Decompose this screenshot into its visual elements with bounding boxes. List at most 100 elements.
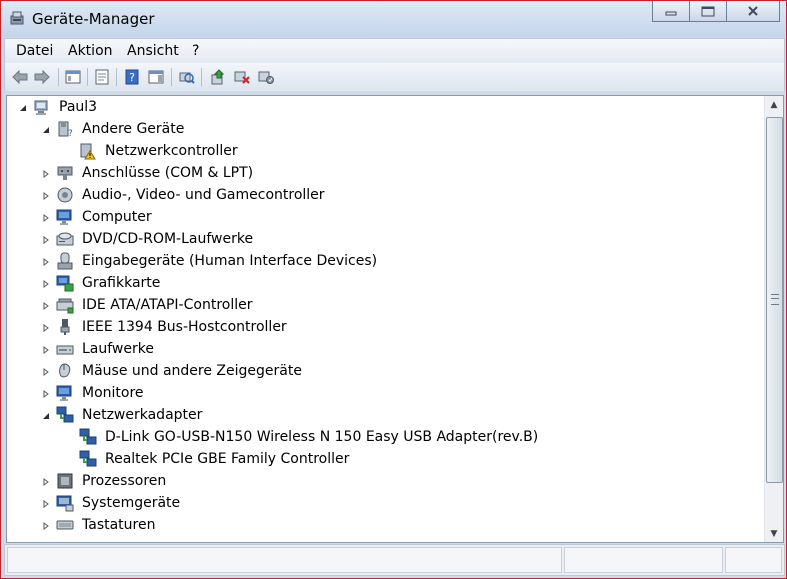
tree-item-label: Systemgeräte (82, 495, 181, 511)
device-manager-window: Geräte-Manager Datei Aktion Ansicht ? ? … (0, 0, 787, 579)
action-pane-button[interactable] (147, 68, 165, 86)
menu-datei[interactable]: Datei (16, 43, 53, 59)
expand-icon[interactable] (41, 279, 50, 288)
expand-icon[interactable] (41, 521, 50, 530)
tree-item-label: DVD/CD-ROM-Laufwerke (82, 231, 254, 247)
device-manager-icon (10, 11, 24, 25)
tree-item-label: Netzwerkadapter (82, 407, 203, 423)
tree-item-label: D-Link GO-USB-N150 Wireless N 150 Easy U… (105, 429, 539, 445)
update-driver-button[interactable] (209, 68, 227, 86)
scrollbar-thumb[interactable] (766, 117, 783, 483)
expand-icon[interactable] (41, 499, 50, 508)
help-button[interactable]: ? (123, 68, 141, 86)
hid-icon (57, 252, 73, 270)
action-pane-icon (148, 70, 164, 84)
tree-item-label: Paul3 (59, 99, 98, 115)
audio-icon (57, 187, 73, 203)
computer-icon (34, 100, 48, 115)
network-adapter-icon (79, 428, 97, 445)
maximize-icon (701, 6, 715, 16)
tree-item-label: Audio-, Video- und Gamecontroller (82, 187, 325, 203)
console-tree-icon (65, 70, 81, 84)
window-title: Geräte-Manager (32, 10, 155, 28)
tree-item-label: IEEE 1394 Bus-Hostcontroller (82, 319, 287, 335)
keyboard-icon (56, 520, 74, 530)
menu-bar: Datei Aktion Ansicht ? (4, 38, 785, 64)
tree-item-label: Anschlüsse (COM & LPT) (82, 165, 254, 181)
network-adapter-icon (79, 450, 97, 467)
device-tree[interactable]: Paul3 ? Andere Geräte Netzwerkcontroller An… (6, 95, 784, 543)
uninstall-icon (234, 71, 250, 84)
uninstall-button[interactable] (233, 68, 251, 86)
firewire-icon (60, 319, 70, 335)
minimize-icon (665, 11, 677, 16)
disable-button[interactable] (257, 68, 275, 86)
expand-icon[interactable] (41, 367, 50, 376)
tree-item-label: Prozessoren (82, 473, 167, 489)
expand-icon[interactable] (41, 301, 50, 310)
expand-icon[interactable] (41, 169, 50, 178)
menu-help[interactable]: ? (192, 43, 199, 59)
expand-icon[interactable] (41, 235, 50, 244)
tree-item-label: Laufwerke (82, 341, 154, 357)
monitor-icon (56, 209, 72, 225)
system-devices-icon (56, 495, 74, 512)
forward-button[interactable] (33, 68, 51, 86)
scroll-up-arrow-icon[interactable]: ▲ (765, 96, 783, 113)
tree-item-label: Netzwerkcontroller (105, 143, 238, 159)
menu-aktion[interactable]: Aktion (68, 43, 113, 59)
status-pane-main (7, 547, 562, 573)
console-tree-button[interactable] (64, 68, 82, 86)
expand-icon[interactable] (41, 389, 50, 398)
tree-item-label: Andere Geräte (82, 121, 185, 137)
mouse-icon (59, 363, 71, 378)
arrow-left-icon (12, 70, 28, 84)
title-bar[interactable]: Geräte-Manager (1, 1, 786, 37)
disable-icon (258, 71, 274, 84)
minimize-button[interactable] (652, 1, 690, 22)
ide-controller-icon (56, 298, 74, 314)
scan-hardware-button[interactable] (178, 68, 196, 86)
svg-text:?: ? (129, 71, 135, 84)
expand-icon[interactable] (41, 345, 50, 354)
ports-icon (57, 166, 73, 180)
warning-device-icon (80, 143, 96, 160)
status-pane-3 (725, 547, 782, 573)
collapse-icon[interactable] (41, 411, 50, 420)
arrow-right-icon (34, 70, 50, 84)
tree-item-label: Grafikkarte (82, 275, 161, 291)
tree-item-label: Mäuse und andere Zeigegeräte (82, 363, 302, 379)
expand-icon[interactable] (41, 477, 50, 486)
back-button[interactable] (11, 68, 29, 86)
scan-hardware-icon (179, 72, 195, 84)
expand-icon[interactable] (41, 191, 50, 200)
help-icon: ? (125, 69, 139, 85)
tree-item-label: Computer (82, 209, 152, 225)
properties-button[interactable] (93, 68, 111, 86)
status-pane-2 (564, 547, 723, 573)
properties-icon (95, 69, 109, 85)
display-adapter-icon (56, 275, 74, 292)
maximize-button[interactable] (690, 1, 727, 22)
close-icon (748, 6, 758, 16)
scroll-down-arrow-icon[interactable]: ▼ (765, 525, 783, 542)
scrollbar-grip-icon (771, 294, 779, 305)
svg-text:?: ? (68, 129, 73, 138)
monitor-icon (56, 385, 72, 401)
other-devices-icon: ? (58, 121, 73, 138)
update-driver-icon (211, 69, 225, 85)
menu-ansicht[interactable]: Ansicht (127, 43, 179, 59)
collapse-icon[interactable] (41, 125, 50, 134)
close-button[interactable] (727, 1, 780, 22)
status-bar (4, 544, 785, 576)
processor-icon (57, 473, 73, 489)
expand-icon[interactable] (41, 323, 50, 332)
toolbar: ? (4, 63, 785, 91)
expand-icon[interactable] (41, 213, 50, 222)
tree-item-label: Tastaturen (82, 517, 156, 533)
tree-item-label: IDE ATA/ATAPI-Controller (82, 297, 253, 313)
vertical-scrollbar[interactable]: ▲ ▼ (764, 96, 783, 542)
collapse-icon[interactable] (18, 103, 27, 112)
dvd-drive-icon (56, 232, 74, 246)
expand-icon[interactable] (41, 257, 50, 266)
